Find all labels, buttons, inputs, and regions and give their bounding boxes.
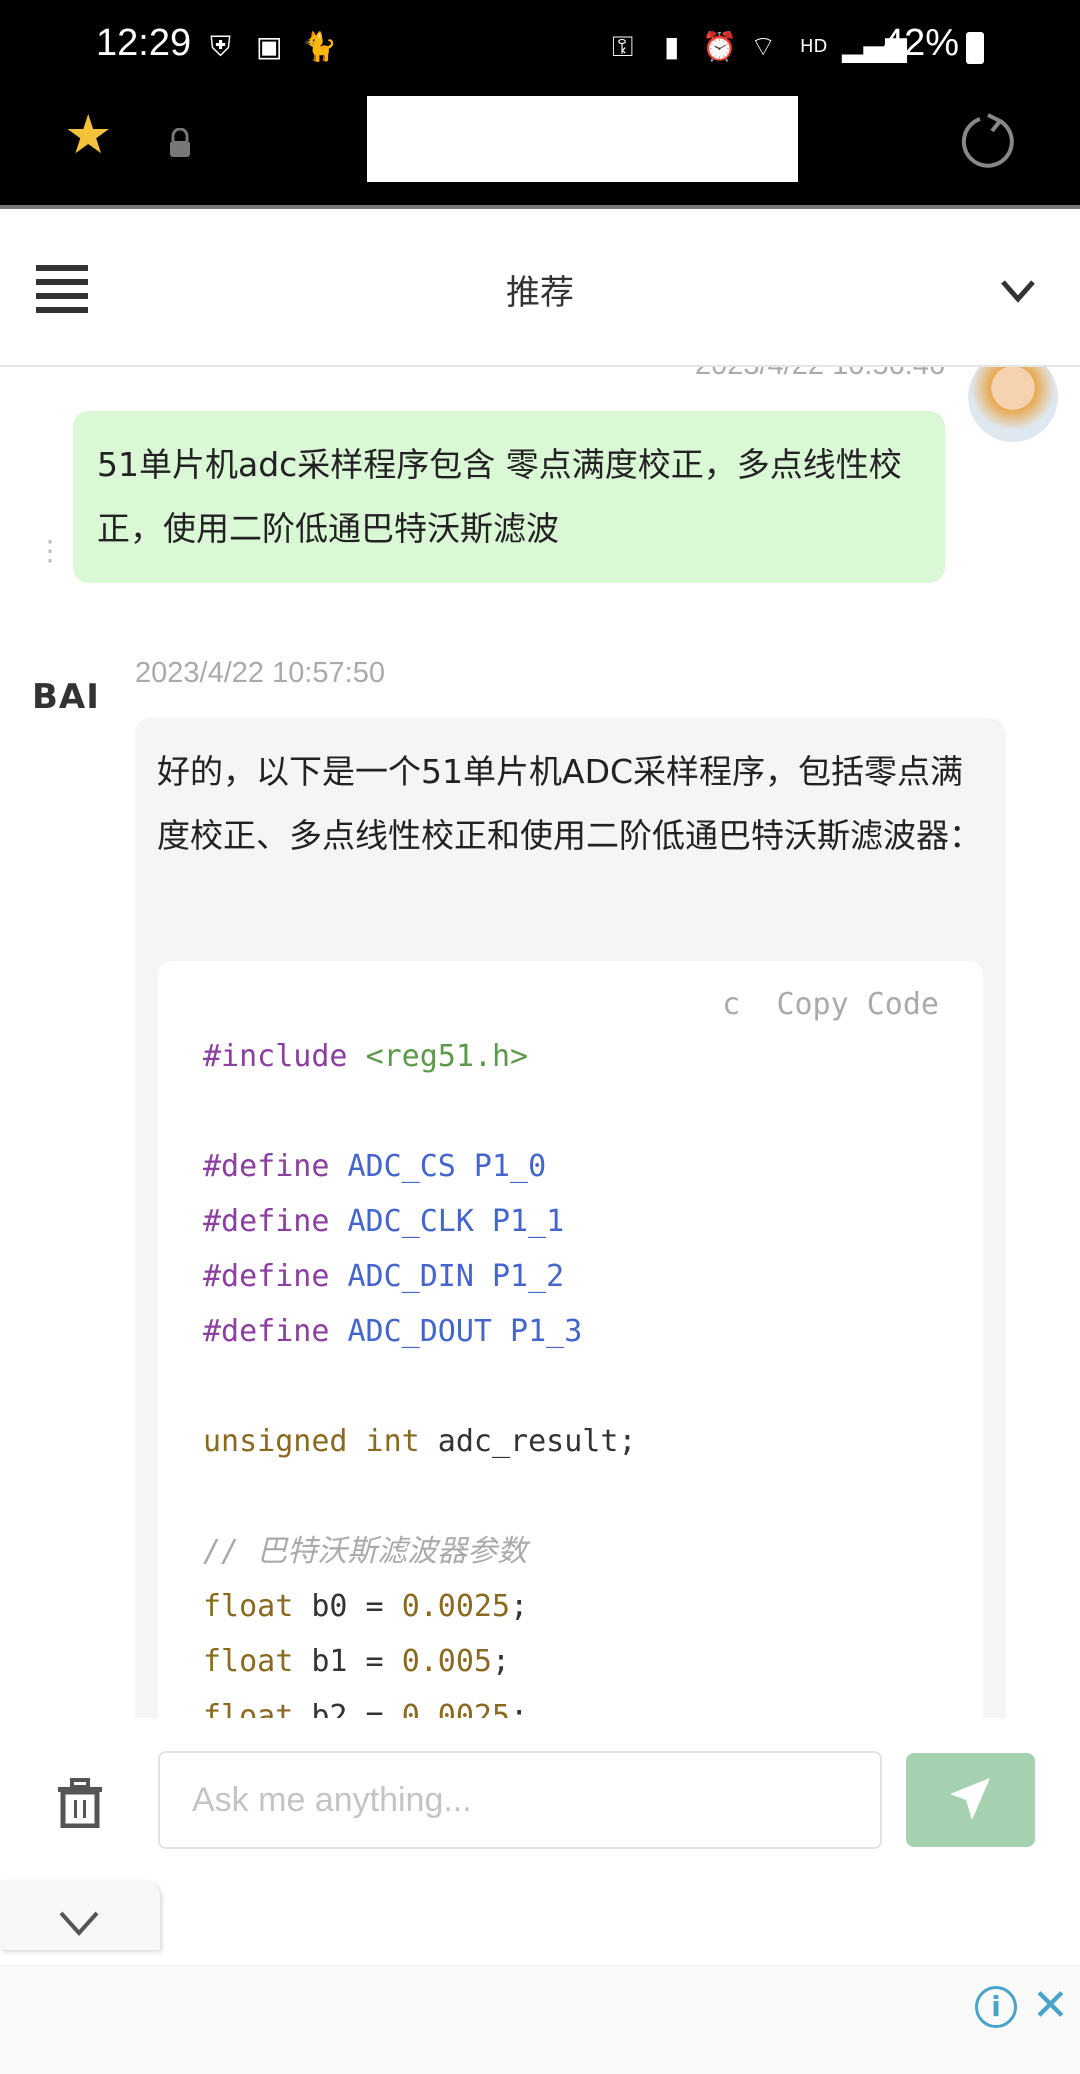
ai-message-text: 好的，以下是一个51单片机ADC采样程序，包括零点满度校正、多点线性校正和使用二… <box>157 752 982 855</box>
code-token: #define <box>203 1149 330 1184</box>
code-token: 0.0025 <box>401 1589 511 1624</box>
code-token: float <box>203 1699 294 1718</box>
code-token: ADC_DIN P1_2 <box>329 1259 565 1294</box>
page-title: 推荐 <box>506 273 574 313</box>
code-token: #define <box>203 1314 330 1349</box>
chevron-down-icon <box>59 1911 99 1936</box>
alarm-icon: ⏰ <box>702 30 737 63</box>
code-line: float b0 = 0.0025; <box>203 1587 528 1627</box>
code-token: ; <box>492 1644 511 1679</box>
battery-saver-icon: ▮ <box>664 30 680 63</box>
clock: 12:29 <box>96 22 192 64</box>
ad-banner: i ✕ <box>0 1965 1080 2074</box>
lock-icon <box>168 127 192 158</box>
code-line: #define ADC_CS P1_0 <box>203 1147 546 1187</box>
close-icon[interactable]: ✕ <box>1032 1980 1069 2031</box>
shield-icon: ⛨ <box>210 30 232 63</box>
code-token: 0.005 <box>401 1644 492 1679</box>
code-token: 0.0025 <box>401 1699 511 1718</box>
code-block: c Copy Code #include <reg51.h> #define AD… <box>158 961 983 1718</box>
code-token: b1 = <box>293 1644 402 1679</box>
code-token: b0 = <box>293 1589 402 1624</box>
code-token: <reg51.h> <box>365 1039 529 1074</box>
ai-timestamp: 2023/4/22 10:57:50 <box>135 657 385 689</box>
hd-label: HD <box>800 36 828 57</box>
code-token: #define <box>203 1259 330 1294</box>
code-token: // 巴特沃斯滤波器参数 <box>203 1534 528 1569</box>
code-token: float <box>203 1644 294 1679</box>
battery-icon <box>966 32 984 64</box>
code-token: ADC_CLK P1_1 <box>329 1204 565 1239</box>
image-icon: ▣ <box>256 30 283 63</box>
user-timestamp: 2023/4/22 10:56:46 <box>695 367 945 382</box>
key-icon: ⚿ <box>612 30 634 63</box>
copy-code-button[interactable]: c Copy Code <box>722 973 939 1037</box>
code-token: #define <box>203 1204 330 1239</box>
bai-logo: BAI <box>32 677 100 717</box>
cat-icon: 🐈 <box>302 30 337 63</box>
code-line: #include <reg51.h> <box>203 1037 528 1077</box>
star-icon[interactable]: ★ <box>64 108 112 162</box>
status-bar: 12:29 ⛨ ▣ 🐈 ⚿ ▮ ⏰ ⌔ HD ▂▄▆ 42% ★ <box>0 0 1080 205</box>
user-message: 51单片机adc采样程序包含 零点满度校正，多点线性校正，使用二阶低通巴特沃斯滤… <box>73 411 945 583</box>
code-line: // 巴特沃斯滤波器参数 <box>203 1532 527 1572</box>
code-line: #define ADC_DIN P1_2 <box>203 1257 564 1297</box>
code-line: float b2 = 0.0025; <box>203 1697 528 1718</box>
code-line: float b1 = 0.005; <box>203 1642 510 1682</box>
trash-icon[interactable] <box>56 1778 104 1832</box>
chat-area: 2023/4/22 10:56:46 ⋮ 51单片机adc采样程序包含 零点满度… <box>0 367 1080 1718</box>
code-token: float <box>203 1589 294 1624</box>
code-line: #define ADC_DOUT P1_3 <box>203 1312 582 1352</box>
code-token: ; <box>510 1699 529 1718</box>
send-button[interactable] <box>906 1753 1035 1847</box>
message-input[interactable] <box>158 1751 882 1849</box>
info-icon[interactable]: i <box>975 1986 1017 2028</box>
ai-message: 好的，以下是一个51单片机ADC采样程序，包括零点满度校正、多点线性校正和使用二… <box>135 718 1006 1718</box>
code-token: ; <box>510 1589 529 1624</box>
code-token: ADC_DOUT P1_3 <box>329 1314 583 1349</box>
chevron-down-icon[interactable] <box>1000 279 1036 307</box>
avatar[interactable] <box>968 367 1058 442</box>
reload-icon[interactable] <box>960 113 1016 173</box>
wifi-icon: ⌔ <box>750 30 777 63</box>
send-icon <box>949 1777 990 1820</box>
code-line: #define ADC_CLK P1_1 <box>203 1202 564 1242</box>
code-token: b2 = <box>293 1699 402 1718</box>
more-options-icon[interactable]: ⋮ <box>36 537 64 565</box>
scroll-down-button[interactable] <box>0 1880 160 1950</box>
battery-percent: 42% <box>883 22 960 64</box>
url-bar[interactable] <box>367 96 798 182</box>
code-token: adc_result; <box>419 1424 637 1459</box>
code-line: unsigned int adc_result; <box>203 1422 637 1462</box>
code-token: ADC_CS P1_0 <box>329 1149 547 1184</box>
app-header: 推荐 <box>0 209 1080 367</box>
code-token: unsigned int <box>203 1424 420 1459</box>
code-token: #include <box>203 1039 348 1074</box>
